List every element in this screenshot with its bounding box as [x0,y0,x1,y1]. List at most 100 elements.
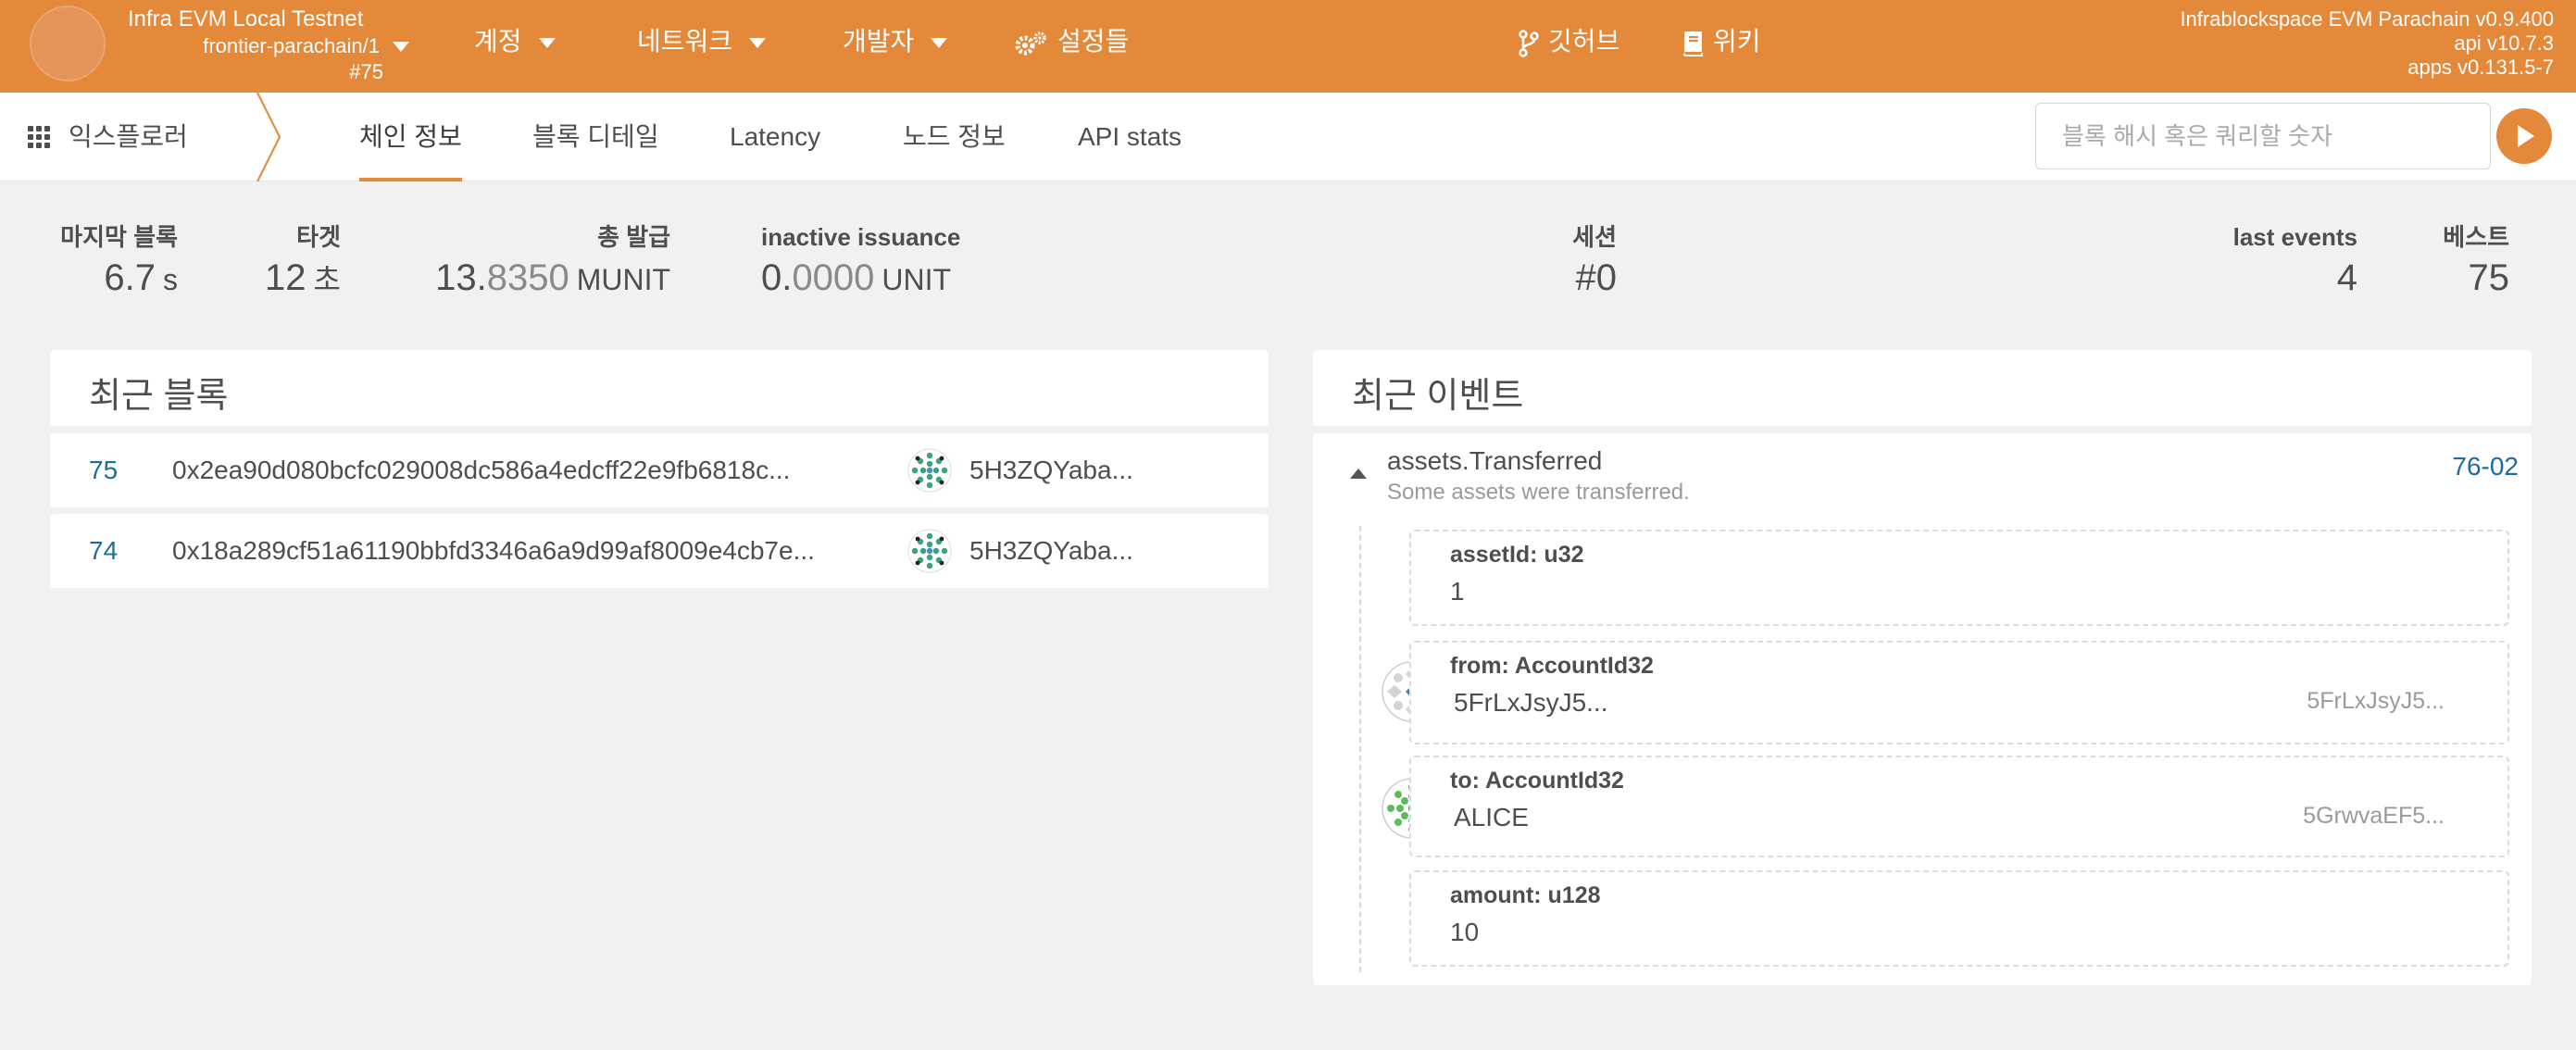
chevron-down-icon [393,42,409,52]
stat-session: 세션 #0 [1572,222,1617,304]
play-icon [2518,125,2534,147]
target-unit: 초 [313,263,341,296]
param-amount: amount: u128 10 [1409,870,2509,967]
chevron-down-icon [931,38,948,49]
author-identicon-icon [907,448,952,493]
stat-label: last events [2232,223,2357,251]
last-events-value: 4 [2336,257,2357,298]
menu-accounts[interactable]: 계정 [474,0,556,83]
block-hash: 0x2ea90d080bcfc029008dc586a4edcff22e9fb6… [172,456,791,484]
tab-latency[interactable]: Latency [730,93,820,181]
total-issuance-int: 13. [435,257,487,298]
wiki-link-label: 위키 [1713,27,1761,56]
version-info: Infrablockspace EVM Parachain v0.9.400 a… [2180,7,2554,80]
tab-node-info[interactable]: 노드 정보 [903,93,1006,181]
param-label: from: AccountId32 [1450,653,1654,679]
block-row[interactable]: 74 0x18a289cf51a61190bbfd3346a6a9d99af80… [50,514,1269,588]
event-description: Some assets were transferred. [1387,480,1690,505]
block-search-input[interactable] [2035,103,2491,169]
stat-best: 베스트 75 [2443,222,2509,304]
chevron-down-icon [538,38,556,49]
search-go-button[interactable] [2496,108,2552,164]
node-version: Infrablockspace EVM Parachain v0.9.400 [2180,7,2554,31]
param-label: amount: u128 [1450,882,1601,908]
best-value: 75 [2468,257,2510,298]
menu-settings[interactable]: 설정들 [1015,0,1129,83]
param-from: from: AccountId32 5FrLxJsyJ5... 5FrLxJsy… [1409,641,2509,744]
param-value: 10 [1450,918,1480,946]
menu-developer-label: 개발자 [843,27,915,56]
stat-label: 총 발급 [597,223,670,251]
tab-chain-info[interactable]: 체인 정보 [359,93,462,181]
inactive-issuance-dec: 0000 [792,257,875,298]
block-row[interactable]: 75 0x2ea90d080bcfc029008dc586a4edcff22e9… [50,433,1269,507]
stat-label: inactive issuance [761,223,961,251]
stat-last-block: 마지막 블록 6.7 s [60,222,178,306]
stat-label: 베스트 [2443,223,2509,251]
total-issuance-unit: MUNIT [576,263,670,296]
menu-network[interactable]: 네트워크 [637,0,767,83]
menu-network-label: 네트워크 [637,27,733,56]
chain-selector[interactable]: Infra EVM Local Testnet frontier-paracha… [120,6,417,85]
author-identicon-icon [907,529,952,573]
block-number-link[interactable]: 74 [89,514,118,588]
wiki-link[interactable]: 위키 [1682,0,1761,83]
event-card: assets.Transferred Some assets were tran… [1313,433,2532,985]
chain-summary: 마지막 블록 6.7 s 타겟 12 초 총 발급 13.8350 MUNIT ina… [0,222,2576,315]
block-hash: 0x18a289cf51a61190bbfd3346a6a9d99af8009e… [172,536,815,565]
event-block-link[interactable]: 76-02 [2452,452,2519,481]
stat-inactive-issuance: inactive issuance 0.0000 UNIT [761,222,960,306]
recent-events-title: 최근 이벤트 [1313,350,2532,426]
tab-api-stats[interactable]: API stats [1078,93,1182,181]
tab-bar: 익스플로러 체인 정보 블록 디테일 Latency 노드 정보 API sta… [0,93,2576,181]
best-block-number: #75 [349,60,383,83]
stat-last-events: last events 4 [2233,222,2357,304]
param-address: 5GrwvaEF5... [2303,803,2445,829]
tab-latency-label: Latency [730,122,821,151]
session-value: #0 [1575,257,1618,298]
active-tab-indicator [359,178,462,181]
block-number-link[interactable]: 75 [89,433,118,507]
param-value: 1 [1450,577,1465,606]
block-author[interactable]: 5H3ZQYaba... [969,433,1133,507]
param-label: to: AccountId32 [1450,768,1624,794]
param-value[interactable]: ALICE [1454,802,1529,833]
stat-label: 타겟 [296,223,341,251]
github-fork-icon [1519,29,1539,57]
github-link[interactable]: 깃허브 [1519,0,1619,83]
event-name: assets.Transferred [1387,446,1603,475]
total-issuance-dec: 8350 [486,257,569,298]
chain-name: Infra EVM Local Testnet [128,6,364,31]
param-value[interactable]: 5FrLxJsyJ5... [1454,687,1607,719]
chevron-right-icon [256,93,281,181]
tab-block-detail-label: 블록 디테일 [532,122,659,151]
stat-total-issuance: 총 발급 13.8350 MUNIT [435,222,670,306]
gears-icon [1015,31,1046,56]
app-menu-label: 익스플로러 [69,122,188,151]
app-menu-explorer[interactable]: 익스플로러 [28,93,188,181]
tab-block-detail[interactable]: 블록 디테일 [532,93,659,181]
last-block-unit: s [163,263,178,296]
tab-chain-info-label: 체인 정보 [359,122,462,151]
stat-label: 세션 [1572,223,1617,251]
chain-logo[interactable] [30,6,106,81]
stat-label: 마지막 블록 [60,223,178,251]
menu-settings-label: 설정들 [1057,27,1130,56]
top-bar: Infra EVM Local Testnet frontier-paracha… [0,0,2576,93]
param-asset-id: assetId: u32 1 [1409,530,2509,626]
target-value: 12 [265,257,306,298]
block-author[interactable]: 5H3ZQYaba... [969,514,1133,588]
chevron-down-icon [749,38,767,49]
collapse-toggle-icon[interactable] [1350,469,1367,479]
tree-connector [1359,526,1361,972]
stat-target: 타겟 12 초 [265,222,341,306]
recent-blocks-title: 최근 블록 [50,350,1269,426]
tab-api-stats-label: API stats [1078,122,1182,151]
inactive-issuance-unit: UNIT [882,263,951,296]
api-version: api v10.7.3 [2454,31,2554,55]
param-to: to: AccountId32 ALICE 5GrwvaEF5... [1409,756,2509,857]
inactive-issuance-int: 0. [761,257,793,298]
last-block-value: 6.7 [104,257,156,298]
github-link-label: 깃허브 [1548,27,1620,56]
menu-developer[interactable]: 개발자 [843,0,948,83]
